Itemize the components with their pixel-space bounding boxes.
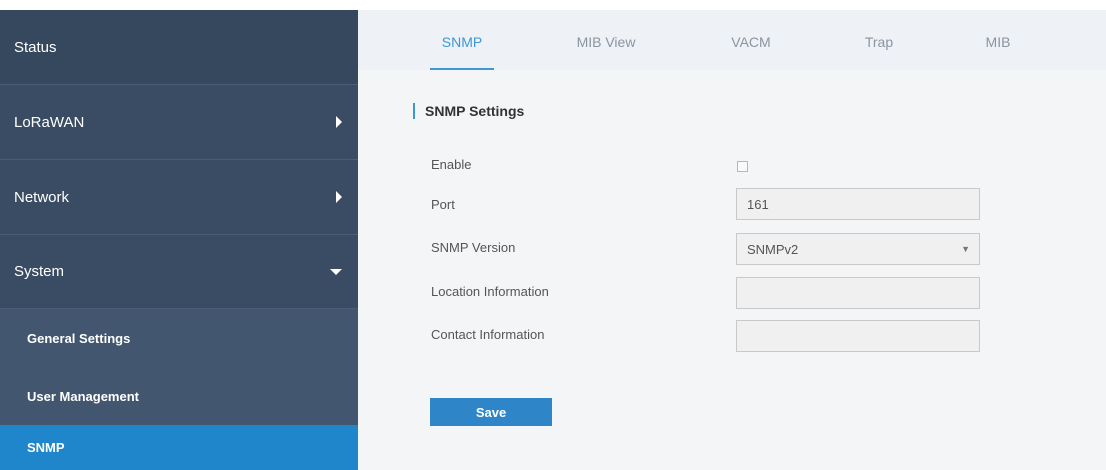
enable-checkbox[interactable]: [737, 161, 748, 172]
snmp-version-value: SNMPv2: [747, 241, 799, 257]
chevron-right-icon: [336, 116, 342, 128]
main-content: SNMP MIB View VACM Trap MIB SNMP Setting…: [358, 10, 1106, 470]
tab-snmp[interactable]: SNMP: [442, 34, 482, 50]
location-information-field[interactable]: [736, 277, 980, 309]
sidebar-item-label: Status: [14, 38, 57, 56]
sidebar-item-status[interactable]: Status: [0, 10, 358, 85]
sidebar-item-lorawan[interactable]: LoRaWAN: [0, 85, 358, 160]
chevron-right-icon: [336, 191, 342, 203]
sidebar-subitem-snmp[interactable]: SNMP: [0, 425, 358, 470]
sidebar: Status LoRaWAN Network System General Se…: [0, 10, 358, 470]
contact-information-field[interactable]: [736, 320, 980, 352]
sidebar-item-label: LoRaWAN: [14, 113, 85, 131]
snmp-version-select[interactable]: SNMPv2 ▼: [736, 233, 980, 265]
port-field[interactable]: 161: [736, 188, 980, 220]
port-label: Port: [431, 197, 455, 212]
tab-mib[interactable]: MIB: [986, 34, 1011, 50]
sidebar-subitem-label: General Settings: [27, 330, 131, 346]
enable-label: Enable: [431, 157, 472, 172]
sidebar-item-label: System: [14, 263, 65, 280]
sidebar-subitem-label: User Management: [27, 388, 139, 404]
save-button[interactable]: Save: [430, 398, 552, 426]
contact-information-label: Contact Information: [431, 327, 545, 342]
tab-trap[interactable]: Trap: [865, 34, 893, 50]
active-tab-indicator: [430, 68, 494, 70]
port-value: 161: [747, 196, 769, 212]
tab-vacm[interactable]: VACM: [731, 34, 770, 50]
sidebar-item-label: Network: [14, 188, 70, 206]
sidebar-subitem-label: SNMP: [27, 440, 65, 455]
caret-down-icon: ▼: [961, 244, 970, 254]
chevron-down-icon: [330, 268, 342, 275]
location-information-label: Location Information: [431, 284, 549, 299]
sidebar-subitem-user-management[interactable]: User Management: [0, 367, 358, 425]
sidebar-item-network[interactable]: Network: [0, 160, 358, 235]
snmp-version-label: SNMP Version: [431, 240, 516, 255]
sidebar-subitem-general-settings[interactable]: General Settings: [0, 309, 358, 367]
tab-mib-view[interactable]: MIB View: [577, 34, 636, 50]
sidebar-item-system[interactable]: System: [0, 235, 358, 309]
tab-bar: SNMP MIB View VACM Trap MIB: [358, 10, 1106, 70]
section-title: SNMP Settings: [413, 103, 524, 119]
